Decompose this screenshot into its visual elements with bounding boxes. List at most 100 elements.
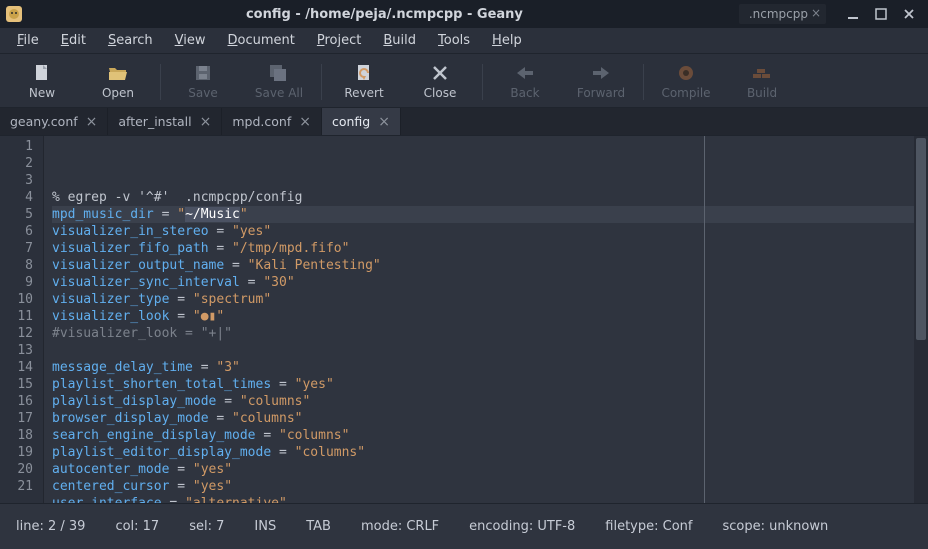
code-line[interactable]: playlist_display_mode = "columns"	[52, 393, 914, 410]
line-number-gutter: 123456789101112131415161718192021	[0, 136, 44, 503]
statusbar: line: 2 / 39 col: 17 sel: 7 INS TAB mode…	[0, 503, 928, 549]
document-tab[interactable]: after_install×	[108, 108, 222, 135]
toolbar-label: Save All	[255, 86, 303, 100]
code-line[interactable]: visualizer_look = "●▮"	[52, 308, 914, 325]
line-number: 16	[4, 393, 33, 410]
code-line[interactable]: visualizer_sync_interval = "30"	[52, 274, 914, 291]
code-line[interactable]: visualizer_type = "spectrum"	[52, 291, 914, 308]
print-margin	[704, 136, 705, 503]
line-number: 17	[4, 410, 33, 427]
close-icon	[429, 63, 451, 83]
tab-close-icon[interactable]: ×	[378, 114, 390, 130]
tab-close-icon[interactable]: ×	[86, 114, 98, 130]
toolbar-label: Forward	[577, 86, 625, 100]
line-number: 13	[4, 342, 33, 359]
forward-button[interactable]: Forward	[563, 57, 639, 107]
status-tab: TAB	[306, 519, 331, 534]
document-tabs: geany.conf×after_install×mpd.conf×config…	[0, 108, 928, 136]
open-button[interactable]: Open	[80, 57, 156, 107]
menu-tools[interactable]: Tools	[429, 30, 479, 51]
arrow-right-icon	[590, 63, 612, 83]
code-area[interactable]: % egrep -v '^#' .ncmpcpp/configmpd_music…	[44, 136, 914, 503]
line-number: 1	[4, 138, 33, 155]
code-line[interactable]	[52, 342, 914, 359]
document-tab[interactable]: config ×	[322, 108, 401, 135]
code-line[interactable]: playlist_shorten_total_times = "yes"	[52, 376, 914, 393]
menu-edit[interactable]: Edit	[52, 30, 95, 51]
menu-search[interactable]: Search	[99, 30, 162, 51]
new-button[interactable]: New	[4, 57, 80, 107]
code-line[interactable]: visualizer_output_name = "Kali Pentestin…	[52, 257, 914, 274]
code-line[interactable]: message_delay_time = "3"	[52, 359, 914, 376]
menu-file[interactable]: File	[8, 30, 48, 51]
line-number: 3	[4, 172, 33, 189]
menu-document[interactable]: Document	[219, 30, 304, 51]
toolbar-label: Save	[188, 86, 217, 100]
toolbar-separator	[643, 64, 644, 100]
menubar: File Edit Search View Document Project B…	[0, 28, 928, 54]
vertical-scrollbar[interactable]	[914, 136, 928, 503]
file-new-icon	[31, 63, 53, 83]
line-number: 2	[4, 155, 33, 172]
minimize-button[interactable]	[846, 7, 860, 21]
code-line[interactable]: % egrep -v '^#' .ncmpcpp/config	[52, 189, 914, 206]
line-number: 7	[4, 240, 33, 257]
compile-button[interactable]: Compile	[648, 57, 724, 107]
document-tab-label: config	[332, 114, 370, 129]
revert-icon	[353, 63, 375, 83]
status-filetype: filetype: Conf	[605, 519, 692, 534]
revert-button[interactable]: Revert	[326, 57, 402, 107]
line-number: 10	[4, 291, 33, 308]
status-col: col: 17	[115, 519, 159, 534]
code-line[interactable]: visualizer_fifo_path = "/tmp/mpd.fifo"	[52, 240, 914, 257]
code-line[interactable]: user_interface = "alternative"	[52, 495, 914, 503]
line-number: 9	[4, 274, 33, 291]
line-number: 4	[4, 189, 33, 206]
save-all-button[interactable]: Save All	[241, 57, 317, 107]
tab-close-icon[interactable]: ×	[299, 114, 311, 130]
code-line[interactable]: playlist_editor_display_mode = "columns"	[52, 444, 914, 461]
folder-open-icon	[107, 63, 129, 83]
titlebar: config - /home/peja/.ncmpcpp - Geany .nc…	[0, 0, 928, 28]
app-header-tab[interactable]: .ncmpcpp	[739, 4, 826, 24]
save-button[interactable]: Save	[165, 57, 241, 107]
code-line[interactable]: search_engine_display_mode = "columns"	[52, 427, 914, 444]
scrollbar-thumb[interactable]	[916, 138, 926, 340]
status-ins: INS	[254, 519, 276, 534]
toolbar-label: Close	[424, 86, 457, 100]
menu-project[interactable]: Project	[308, 30, 371, 51]
save-icon	[192, 63, 214, 83]
menu-view[interactable]: View	[166, 30, 215, 51]
line-number: 19	[4, 444, 33, 461]
code-line[interactable]: visualizer_in_stereo = "yes"	[52, 223, 914, 240]
line-number: 21	[4, 478, 33, 495]
tab-close-icon[interactable]: ×	[200, 114, 212, 130]
maximize-button[interactable]	[874, 7, 888, 21]
menu-build[interactable]: Build	[374, 30, 425, 51]
status-mode: mode: CRLF	[361, 519, 439, 534]
document-tab-label: geany.conf	[10, 114, 78, 129]
save-all-icon	[268, 63, 290, 83]
document-tab[interactable]: mpd.conf×	[222, 108, 322, 135]
code-line[interactable]: browser_display_mode = "columns"	[52, 410, 914, 427]
back-button[interactable]: Back	[487, 57, 563, 107]
line-number: 15	[4, 376, 33, 393]
close-window-button[interactable]	[902, 7, 916, 21]
document-tab[interactable]: geany.conf ×	[0, 108, 108, 135]
line-number: 6	[4, 223, 33, 240]
editor[interactable]: 123456789101112131415161718192021 % egre…	[0, 136, 928, 503]
build-button[interactable]: Build	[724, 57, 800, 107]
code-line[interactable]: centered_cursor = "yes"	[52, 478, 914, 495]
toolbar-label: Open	[102, 86, 134, 100]
code-line[interactable]: mpd_music_dir = "~/Music"	[52, 206, 914, 223]
toolbar: New Open Save Save All Revert Close Back…	[0, 54, 928, 108]
line-number: 14	[4, 359, 33, 376]
app-icon	[6, 6, 22, 22]
build-icon	[751, 63, 773, 83]
status-sel: sel: 7	[189, 519, 224, 534]
close-button[interactable]: Close	[402, 57, 478, 107]
menu-help[interactable]: Help	[483, 30, 531, 51]
toolbar-separator	[482, 64, 483, 100]
code-line[interactable]: autocenter_mode = "yes"	[52, 461, 914, 478]
code-line[interactable]: #visualizer_look = "+|"	[52, 325, 914, 342]
